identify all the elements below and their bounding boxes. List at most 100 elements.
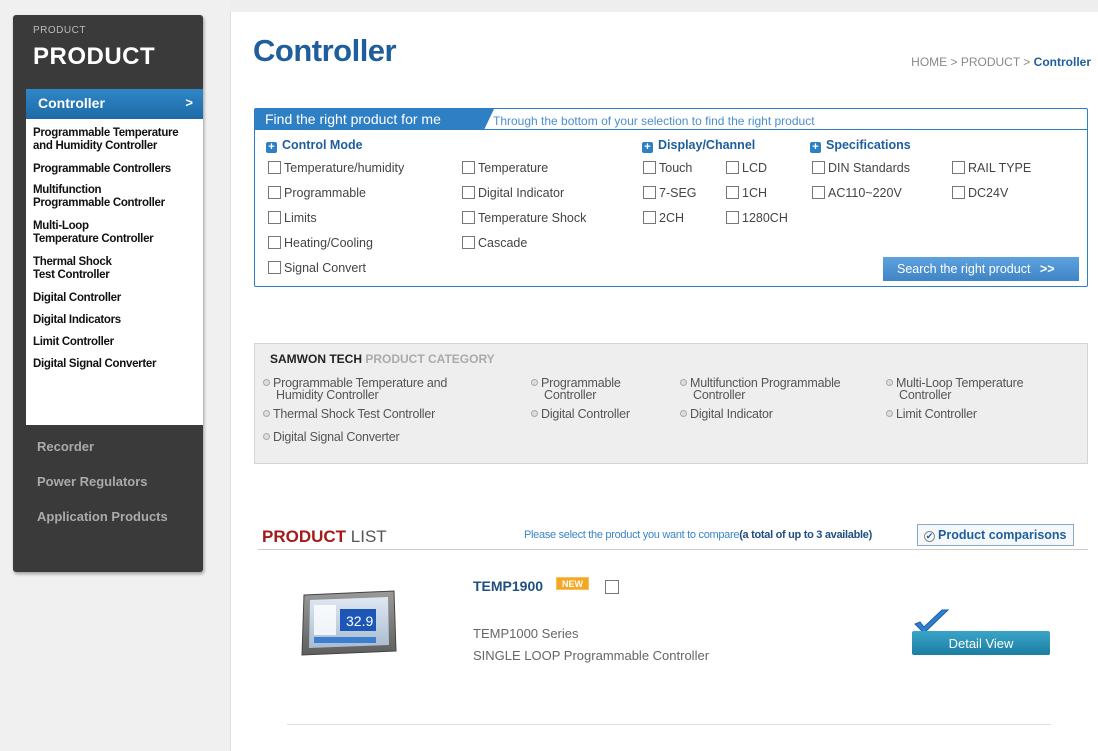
checkbox-label: Digital Indicator bbox=[478, 186, 565, 200]
checkbox-box[interactable] bbox=[462, 186, 475, 199]
bullet-icon bbox=[263, 410, 270, 417]
sidebar-subitem-digital-controller[interactable]: Digital Controller bbox=[26, 292, 203, 305]
breadcrumb-current: Controller bbox=[1033, 55, 1091, 69]
checkbox-label: 2CH bbox=[659, 211, 685, 225]
search-product-button[interactable]: Search the right product >> bbox=[883, 257, 1079, 281]
checkbox-box[interactable] bbox=[812, 186, 825, 199]
product-comparisons-button[interactable]: ✔ Product comparisons bbox=[917, 524, 1074, 546]
bullet-icon bbox=[886, 410, 893, 417]
category-link-limit-controller[interactable]: Limit Controller bbox=[886, 408, 977, 420]
checkbox-ac[interactable]: AC110~220V bbox=[812, 186, 902, 200]
bullet-icon bbox=[263, 433, 270, 440]
breadcrumb-product[interactable]: PRODUCT bbox=[961, 55, 1020, 69]
checkbox-box[interactable] bbox=[268, 236, 281, 249]
sidebar-subitem-multifunction[interactable]: Multifunction bbox=[26, 184, 203, 197]
checkbox-2ch[interactable]: 2CH bbox=[643, 211, 684, 225]
checkbox-digital-indicator[interactable]: Digital Indicator bbox=[462, 186, 564, 200]
checkbox-box[interactable] bbox=[462, 211, 475, 224]
checkbox-1280ch[interactable]: 1280CH bbox=[726, 211, 788, 225]
sidebar-sublist: Programmable Temperature and Humidity Co… bbox=[26, 119, 203, 425]
checkbox-box[interactable] bbox=[726, 211, 739, 224]
product-list-title-bold: PRODUCT bbox=[262, 527, 347, 546]
checkbox-box[interactable] bbox=[812, 161, 825, 174]
checkbox-box[interactable] bbox=[268, 161, 281, 174]
checkbox-programmable[interactable]: Programmable bbox=[268, 186, 366, 200]
double-chevron-right-icon: >> bbox=[1039, 262, 1055, 276]
product-name-link[interactable]: TEMP1900 bbox=[473, 578, 543, 594]
category-link-thermal-shock[interactable]: Thermal Shock Test Controller bbox=[263, 408, 435, 420]
sidebar-item-recorder[interactable]: Recorder bbox=[37, 439, 94, 454]
checkbox-7seg[interactable]: 7-SEG bbox=[643, 186, 697, 200]
compare-note-text: Please select the product you want to co… bbox=[524, 529, 740, 541]
checkbox-box[interactable] bbox=[952, 186, 965, 199]
checkbox-din-standards[interactable]: DIN Standards bbox=[812, 161, 910, 175]
checkbox-limits[interactable]: Limits bbox=[268, 211, 317, 225]
category-link-label: Digital Signal Converter bbox=[273, 430, 400, 444]
sidebar-subitem-multiloop-line2[interactable]: Temperature Controller bbox=[26, 233, 203, 246]
checkbox-cascade[interactable]: Cascade bbox=[462, 236, 527, 250]
product-compare-checkbox[interactable] bbox=[605, 580, 619, 594]
category-link-digital-indicator[interactable]: Digital Indicator bbox=[680, 408, 773, 420]
breadcrumb-home[interactable]: HOME bbox=[911, 55, 947, 69]
checkbox-box[interactable] bbox=[462, 161, 475, 174]
sidebar-subitem-prog-temp-humidity-line2[interactable]: and Humidity Controller bbox=[26, 140, 203, 153]
checkbox-label: Touch bbox=[659, 161, 693, 175]
checkbox-box[interactable] bbox=[643, 211, 656, 224]
checkbox-touch[interactable]: Touch bbox=[643, 161, 692, 175]
sidebar-subitem-multiloop[interactable]: Multi-Loop bbox=[26, 220, 203, 233]
sidebar-subitem-limit-controller[interactable]: Limit Controller bbox=[26, 336, 203, 349]
sidebar-item-power-regulators[interactable]: Power Regulators bbox=[37, 474, 148, 489]
checkbox-rail-type[interactable]: RAIL TYPE bbox=[952, 161, 1031, 175]
content-divider bbox=[230, 12, 231, 751]
checkbox-lcd[interactable]: LCD bbox=[726, 161, 767, 175]
detail-view-control[interactable]: Detail View bbox=[912, 608, 1054, 658]
compare-button-label: Product comparisons bbox=[938, 528, 1067, 542]
category-link-signal-converter[interactable]: Digital Signal Converter bbox=[263, 431, 400, 443]
sidebar-subitem-digital-indicators[interactable]: Digital Indicators bbox=[26, 314, 203, 327]
sidebar-item-label: Controller bbox=[38, 95, 105, 111]
sidebar-subitem-thermal-shock[interactable]: Thermal Shock bbox=[26, 256, 203, 269]
category-link-multiloop[interactable]: Multi-Loop Temperature Controller bbox=[886, 377, 1024, 401]
checkbox-dc24v[interactable]: DC24V bbox=[952, 186, 1008, 200]
category-heading: PRODUCT CATEGORY bbox=[365, 352, 495, 366]
product-image[interactable]: 32.9 bbox=[300, 589, 398, 657]
bullet-icon bbox=[680, 410, 687, 417]
checkbox-box[interactable] bbox=[462, 236, 475, 249]
checkbox-box[interactable] bbox=[726, 161, 739, 174]
checkbox-1ch[interactable]: 1CH bbox=[726, 186, 767, 200]
product-series: TEMP1000 Series bbox=[473, 626, 579, 641]
detail-view-button[interactable]: Detail View bbox=[912, 631, 1050, 655]
group-label: Specifications bbox=[826, 138, 911, 152]
checkbox-heating-cooling[interactable]: Heating/Cooling bbox=[268, 236, 373, 250]
sidebar-subitem-prog-controllers[interactable]: Programmable Controllers bbox=[26, 163, 203, 176]
finder-tab-line bbox=[483, 129, 1088, 130]
checkbox-temp-humidity[interactable]: Temperature/humidity bbox=[268, 161, 404, 175]
checkbox-temperature[interactable]: Temperature bbox=[462, 161, 548, 175]
checkbox-box[interactable] bbox=[268, 186, 281, 199]
checkbox-box[interactable] bbox=[268, 211, 281, 224]
checkbox-temp-shock[interactable]: Temperature Shock bbox=[462, 211, 586, 225]
checkbox-box[interactable] bbox=[726, 186, 739, 199]
category-link-multifunction[interactable]: Multifunction Programmable Controller bbox=[680, 377, 841, 401]
group-label: Control Mode bbox=[282, 138, 363, 152]
sidebar-subitem-prog-temp-humidity[interactable]: Programmable Temperature bbox=[26, 127, 203, 140]
checkbox-box[interactable] bbox=[268, 261, 281, 274]
sidebar-subitem-multifunction-line2[interactable]: Programmable Controller bbox=[26, 197, 203, 210]
breadcrumb-separator: > bbox=[947, 55, 961, 69]
sidebar-item-application-products[interactable]: Application Products bbox=[37, 509, 168, 524]
product-list-title: PRODUCT LIST bbox=[262, 527, 387, 547]
checkbox-box[interactable] bbox=[643, 161, 656, 174]
checkbox-label: Signal Convert bbox=[284, 261, 366, 275]
category-link-label: Thermal Shock Test Controller bbox=[273, 407, 436, 421]
sidebar-subitem-thermal-shock-line2[interactable]: Test Controller bbox=[26, 269, 203, 282]
checkbox-label: 1280CH bbox=[742, 211, 788, 225]
sidebar-subitem-signal-converter[interactable]: Digital Signal Converter bbox=[26, 358, 203, 371]
top-strip bbox=[230, 0, 1098, 12]
category-link-digital-controller[interactable]: Digital Controller bbox=[531, 408, 630, 420]
checkbox-box[interactable] bbox=[643, 186, 656, 199]
checkbox-box[interactable] bbox=[952, 161, 965, 174]
category-link-prog-temp-humidity[interactable]: Programmable Temperature and Humidity Con… bbox=[263, 377, 447, 401]
category-link-programmable[interactable]: Programmable Controller bbox=[531, 377, 621, 401]
sidebar-item-controller[interactable]: Controller > bbox=[26, 89, 203, 119]
checkbox-signal-convert[interactable]: Signal Convert bbox=[268, 261, 366, 275]
